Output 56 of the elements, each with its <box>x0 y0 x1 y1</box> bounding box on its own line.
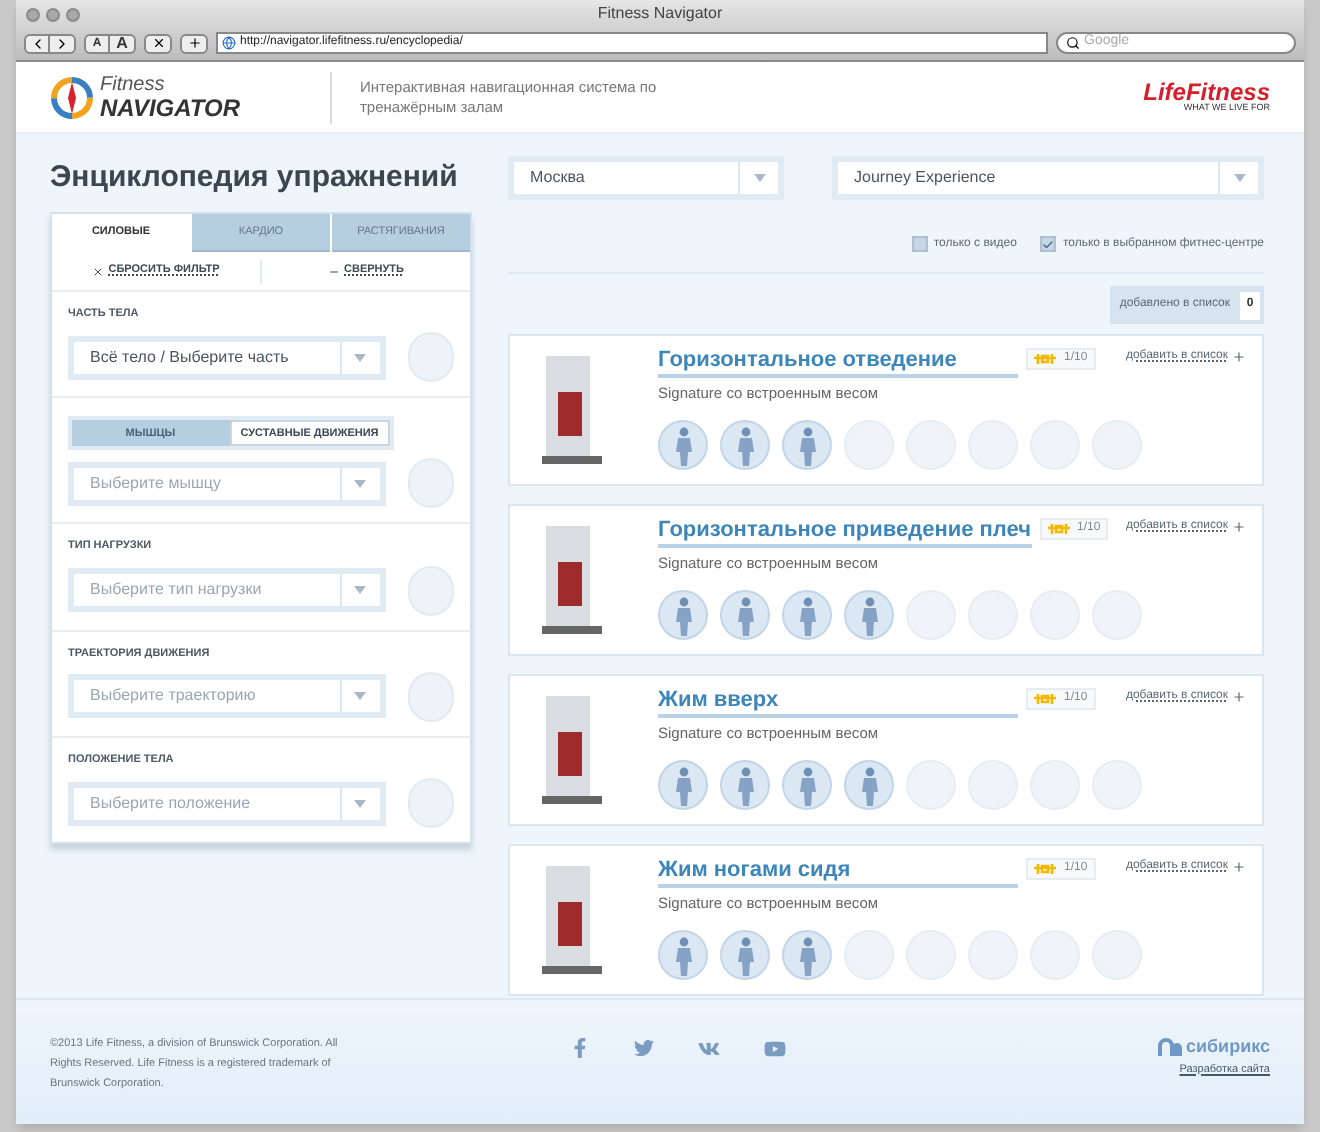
dumbbell-icon <box>1034 862 1056 876</box>
exercise-title-link[interactable]: Жим вверх <box>658 688 1018 718</box>
plus-icon <box>1232 350 1246 364</box>
dumbbell-icon <box>1034 352 1056 366</box>
logo-text: Fitness <box>100 75 167 95</box>
caret-icon <box>753 174 765 182</box>
brand-logo-text: LifeFitness <box>1143 80 1270 105</box>
checkbox[interactable] <box>911 236 928 252</box>
select-field[interactable]: Journey Experience <box>832 156 1264 200</box>
back-button[interactable] <box>24 33 50 53</box>
logo-text: NAVIGATOR <box>100 95 241 119</box>
forward-button[interactable] <box>50 33 76 53</box>
plus-icon <box>1232 690 1246 704</box>
close-icon <box>92 265 105 277</box>
select-field[interactable]: Москва <box>508 156 784 200</box>
minus-icon <box>328 265 340 277</box>
select-value: Выберите положение <box>88 791 253 815</box>
text-size-button[interactable]: A <box>110 33 136 53</box>
page-title: Энциклопедия упражнений <box>50 158 460 198</box>
stop-button[interactable] <box>144 33 172 53</box>
select-value: Выберите траекторию <box>88 684 258 709</box>
caret-icon <box>354 353 367 362</box>
select-field[interactable]: Всё тело / Выберите часть <box>68 335 386 380</box>
select-value: Выберите мышцу <box>88 471 223 496</box>
vk-icon[interactable] <box>698 1038 720 1060</box>
plus-icon <box>1232 860 1246 874</box>
select-value: Journey Experience <box>852 166 998 190</box>
add-bookmark-button[interactable] <box>180 33 208 53</box>
developer-logo-text: сибирикс <box>1185 1034 1270 1060</box>
dumbbell-icon <box>1047 522 1069 536</box>
select-value: Выберите тип нагрузки <box>88 578 264 602</box>
caret-icon <box>354 479 367 488</box>
select-value: Москва <box>528 166 587 190</box>
exercise-title-link[interactable]: Горизонтальное приведение плеч <box>658 518 1031 548</box>
select-value: Всё тело / Выберите часть <box>88 345 291 370</box>
caret-icon <box>1233 174 1245 182</box>
exercise-title-link[interactable]: Горизонтальное отведение <box>658 348 1018 378</box>
twitter-icon[interactable] <box>634 1038 654 1058</box>
caret-icon <box>354 586 367 594</box>
caret-icon <box>354 692 367 701</box>
close-icon <box>151 36 165 50</box>
forward-icon <box>54 35 70 51</box>
search-icon <box>1066 36 1080 50</box>
facebook-icon[interactable] <box>570 1038 590 1058</box>
check-icon <box>1042 237 1055 251</box>
compass-logo-icon <box>50 75 94 119</box>
caret-icon <box>354 799 367 807</box>
plus-icon <box>187 36 201 50</box>
youtube-icon[interactable] <box>764 1038 786 1060</box>
checkbox[interactable] <box>1040 236 1057 252</box>
globe-icon <box>222 36 236 50</box>
dumbbell-icon <box>1034 692 1056 706</box>
window-title: Fitness Navigator <box>597 2 723 26</box>
exercise-title-link[interactable]: Жим ногами сидя <box>658 858 1018 888</box>
developer-logo-icon <box>1157 1038 1182 1057</box>
plus-icon <box>1232 520 1246 534</box>
